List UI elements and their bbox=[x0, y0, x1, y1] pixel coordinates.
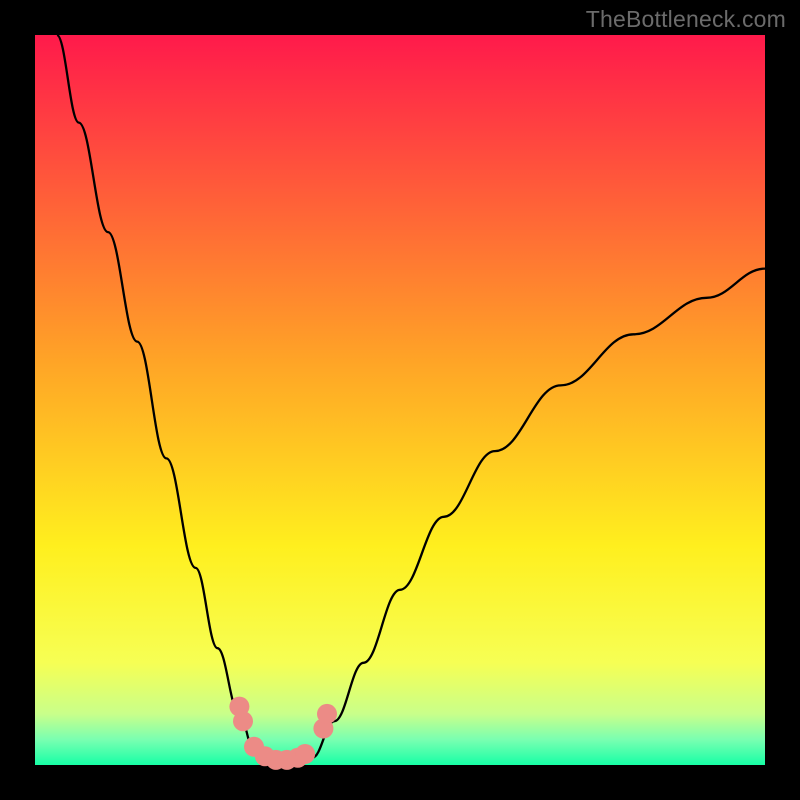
bottleneck-chart bbox=[0, 0, 800, 800]
highlight-dot bbox=[317, 704, 337, 724]
highlight-dot bbox=[295, 744, 315, 764]
outer-frame: TheBottleneck.com bbox=[0, 0, 800, 800]
watermark-text: TheBottleneck.com bbox=[586, 6, 786, 33]
plot-background bbox=[35, 35, 765, 765]
highlight-dot bbox=[233, 711, 253, 731]
